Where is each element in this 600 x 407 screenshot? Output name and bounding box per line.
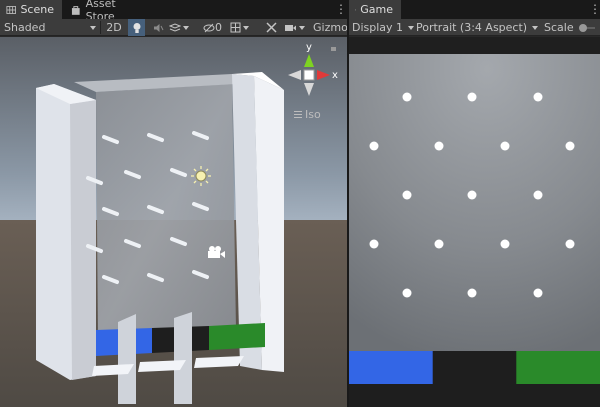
game-tabbar: Game ⋮ xyxy=(349,0,600,19)
camera-dropdown[interactable] xyxy=(284,19,310,36)
scene-viewport[interactable]: y x Iso xyxy=(0,37,347,407)
projection-icon xyxy=(294,111,302,118)
chevron-down-icon xyxy=(408,25,415,30)
game-render xyxy=(349,54,600,407)
audio-icon xyxy=(153,23,163,32)
camera-icon xyxy=(285,24,296,31)
audio-toggle[interactable] xyxy=(151,19,165,36)
left-wall-front xyxy=(70,100,96,380)
peg xyxy=(434,141,444,151)
tab-game[interactable]: Game xyxy=(349,0,401,19)
scene-bin-green xyxy=(209,323,265,350)
tab-scene-label: Scene xyxy=(20,3,54,16)
scale-slider[interactable]: Scale xyxy=(544,19,600,36)
lighting-toggle[interactable] xyxy=(128,19,145,36)
chevron-down-icon xyxy=(532,25,539,30)
effects-icon xyxy=(169,22,181,32)
peg xyxy=(467,288,477,298)
visibility-icon xyxy=(203,23,215,32)
game-bottom-bar xyxy=(349,384,600,407)
effects-count: 0 xyxy=(215,21,222,34)
lock-icon[interactable] xyxy=(331,47,336,51)
scene-toolbar: Shaded 2D 0 Gizmo xyxy=(0,19,347,36)
scene-render: y x xyxy=(0,37,347,407)
peg xyxy=(533,288,543,298)
tab-asset-store[interactable]: Asset Store xyxy=(64,0,154,23)
divider xyxy=(100,21,101,34)
peg xyxy=(467,190,477,200)
bin-blue xyxy=(349,351,434,384)
peg xyxy=(369,239,379,249)
tab-scene[interactable]: Scene xyxy=(0,0,62,19)
game-toolbar: Display 1 Portrait (3:4 Aspect) Scale xyxy=(349,19,600,36)
grid-snap-dropdown[interactable] xyxy=(230,19,254,36)
scene-more-icon[interactable]: ⋮ xyxy=(335,3,347,15)
store-bag-icon xyxy=(71,5,80,15)
peg xyxy=(533,92,543,102)
peg xyxy=(565,239,575,249)
gizmos-dropdown[interactable]: Gizmos xyxy=(313,19,347,36)
peg xyxy=(500,239,510,249)
peg xyxy=(533,190,543,200)
peg xyxy=(402,288,412,298)
grid-snap-icon xyxy=(230,22,241,33)
game-viewport[interactable] xyxy=(349,37,600,407)
projection-toggle[interactable]: Iso xyxy=(294,108,321,121)
scene-divider-right xyxy=(174,312,192,404)
mode-2d-toggle[interactable]: 2D xyxy=(104,19,124,36)
aspect-label: Portrait (3:4 Aspect) xyxy=(416,21,528,34)
game-more-icon[interactable]: ⋮ xyxy=(589,3,600,15)
bin-green xyxy=(516,351,600,384)
lightbulb-icon xyxy=(133,22,140,33)
peg xyxy=(402,190,412,200)
gamepad-icon xyxy=(355,9,357,10)
tools-icon xyxy=(265,22,277,33)
display-dropdown[interactable]: Display 1 xyxy=(352,19,415,36)
chevron-down-icon xyxy=(243,25,249,30)
shading-mode-dropdown[interactable]: Shaded xyxy=(4,19,96,36)
projection-label: Iso xyxy=(305,108,321,121)
game-bins xyxy=(349,351,600,384)
game-panel: Game ⋮ Display 1 Portrait (3:4 Aspect) S… xyxy=(349,0,600,407)
effects-dropdown[interactable] xyxy=(169,19,191,36)
grid-icon xyxy=(6,5,17,14)
peg xyxy=(500,141,510,151)
tools-toggle[interactable] xyxy=(264,19,278,36)
shading-mode-label: Shaded xyxy=(4,21,46,34)
peg xyxy=(434,239,444,249)
peg xyxy=(369,141,379,151)
peg xyxy=(467,92,477,102)
light-gizmo-icon xyxy=(191,166,211,186)
scene-divider-left xyxy=(118,314,136,404)
display-label: Display 1 xyxy=(352,21,404,34)
gizmos-label: Gizmos xyxy=(313,21,347,34)
scale-label: Scale xyxy=(544,21,574,34)
peg xyxy=(565,141,575,151)
chevron-down-icon xyxy=(183,25,189,30)
scene-tabbar: Scene Asset Store ⋮ xyxy=(0,0,347,23)
bin-dark xyxy=(432,351,517,384)
mode-2d-label: 2D xyxy=(106,21,122,34)
gizmo-center-cube[interactable] xyxy=(303,69,315,81)
peg xyxy=(402,92,412,102)
scale-slider-track[interactable] xyxy=(578,23,595,32)
aspect-dropdown[interactable]: Portrait (3:4 Aspect) xyxy=(416,19,539,36)
chevron-down-icon xyxy=(90,25,96,30)
gizmo-y-label: y xyxy=(306,42,312,53)
scale-slider-thumb[interactable] xyxy=(578,23,587,32)
scene-panel: Scene Asset Store ⋮ Shaded 2D 0 Gizmo y … xyxy=(0,0,347,407)
gizmo-x-label: x xyxy=(332,70,338,81)
chevron-down-icon xyxy=(299,25,305,30)
tab-game-label: Game xyxy=(360,3,393,16)
hidden-objects-toggle[interactable]: 0 xyxy=(203,19,227,36)
